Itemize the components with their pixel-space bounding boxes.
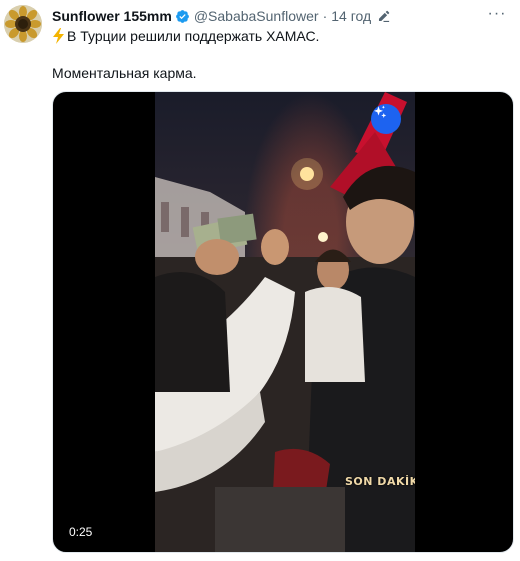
tweet-time[interactable]: 14 год bbox=[331, 7, 371, 25]
video-player[interactable]: SON DAKİKA 0:25 bbox=[52, 91, 514, 553]
sparkle-button[interactable] bbox=[371, 104, 401, 134]
sunflower-avatar-image bbox=[4, 5, 42, 43]
tweet-text-line2: Моментальная карма. bbox=[52, 65, 197, 81]
tweet-header: Sunflower 155mm @SababaSunflower · 14 го… bbox=[52, 7, 391, 25]
separator-dot: · bbox=[322, 8, 328, 24]
avatar[interactable] bbox=[4, 5, 42, 43]
tweet-text-line1-container: В Турции решили поддержать ХАМАС. bbox=[52, 27, 319, 45]
lightning-bolt-emoji-icon bbox=[52, 28, 66, 44]
author-name[interactable]: Sunflower 155mm bbox=[52, 7, 172, 25]
author-handle[interactable]: @SababaSunflower bbox=[194, 7, 319, 25]
tweet[interactable]: Sunflower 155mm @SababaSunflower · 14 го… bbox=[0, 0, 520, 561]
tweet-text-line1: В Турции решили поддержать ХАМАС. bbox=[67, 28, 320, 44]
video-watermark: SON DAKİKA bbox=[345, 475, 415, 488]
sparkle-icon bbox=[374, 105, 387, 118]
verified-badge-icon[interactable] bbox=[175, 9, 190, 24]
video-frame[interactable]: SON DAKİKA bbox=[155, 92, 415, 552]
edit-pencil-icon[interactable] bbox=[376, 9, 391, 24]
more-options-icon[interactable]: ··· bbox=[486, 5, 508, 23]
video-duration-badge: 0:25 bbox=[65, 523, 97, 541]
